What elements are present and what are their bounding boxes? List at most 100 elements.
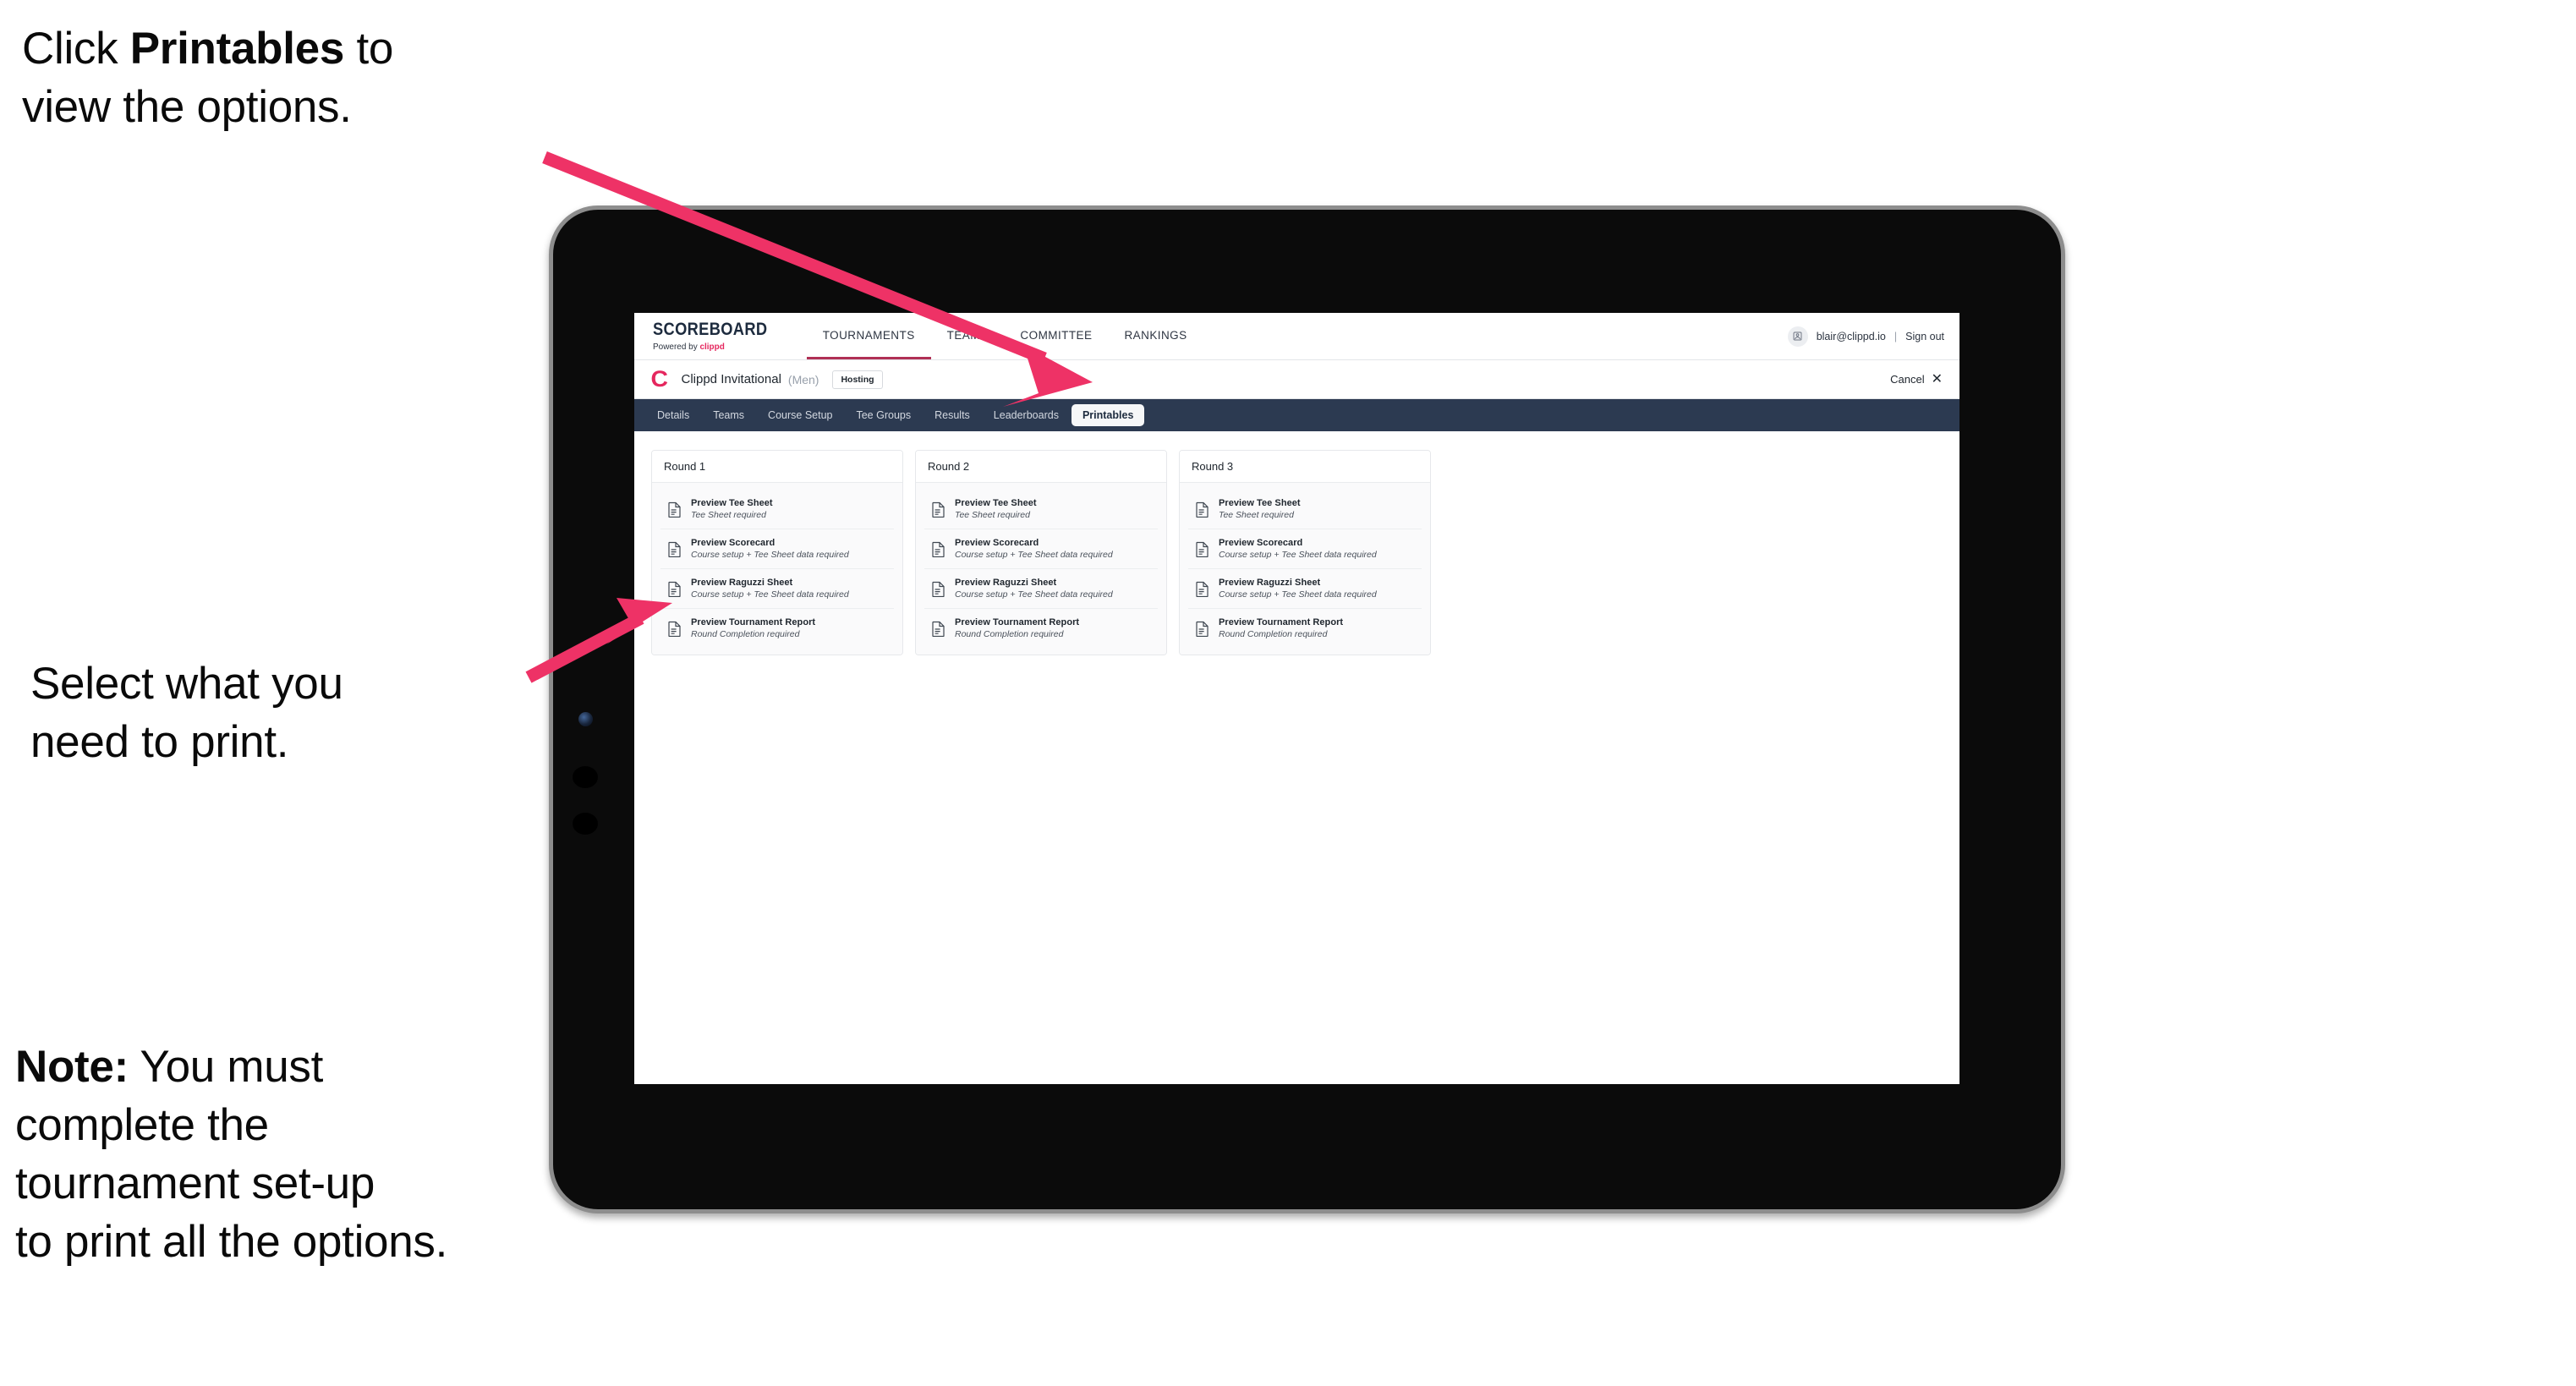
printable-item-tournament-report[interactable]: Preview Tournament Report Round Completio… [924,609,1158,648]
tab-printables[interactable]: Printables [1071,404,1145,426]
annotation-note-bold: Note: [15,1042,129,1092]
printable-requirement: Tee Sheet required [955,510,1030,520]
printable-item-raguzzi-sheet[interactable]: Preview Raguzzi Sheet Course setup + Tee … [1188,569,1422,609]
printable-title: Preview Scorecard [691,538,776,548]
printable-item-tee-sheet[interactable]: Preview Tee Sheet Tee Sheet required [660,490,894,529]
cancel-label: Cancel [1890,373,1925,386]
tournament-gender: (Men) [787,372,819,386]
close-icon: ✕ [1931,371,1943,386]
printable-requirement: Round Completion required [691,629,800,639]
primary-nav: TOURNAMENTS TEAMS COMMITTEE RANKINGS [806,313,1203,359]
round-items: Preview Tee Sheet Tee Sheet required Prev… [916,483,1166,655]
nav-item-tournaments[interactable]: TOURNAMENTS [806,313,931,359]
tab-teams[interactable]: Teams [702,404,755,426]
brand-title: SCOREBOARD [653,320,768,339]
printable-title: Preview Raguzzi Sheet [1219,578,1321,588]
printable-item-tee-sheet[interactable]: Preview Tee Sheet Tee Sheet required [924,490,1158,529]
document-icon [667,621,682,637]
brand-powered-by: Powered by clippd [653,342,778,352]
round-items: Preview Tee Sheet Tee Sheet required Prev… [652,483,902,655]
printable-item-tournament-report[interactable]: Preview Tournament Report Round Completio… [1188,609,1422,648]
printable-title: Preview Tournament Report [955,617,1080,627]
printable-title: Preview Tournament Report [691,617,816,627]
round-card-2: Round 2 Preview Tee Sheet Tee Sheet requi… [915,450,1167,655]
printable-requirement: Course setup + Tee Sheet data required [691,550,849,560]
clippd-wordmark: clippd [699,342,725,352]
app-viewport: SCOREBOARD Powered by clippd TOURNAMENTS… [634,313,1959,1084]
printable-item-raguzzi-sheet[interactable]: Preview Raguzzi Sheet Course setup + Tee … [660,569,894,609]
annotation-click-bold: Printables [129,24,345,74]
printable-requirement: Tee Sheet required [691,510,766,520]
printable-requirement: Round Completion required [955,629,1064,639]
round-title: Round 2 [916,451,1166,483]
screenshot-root: Click Printables to view the options. Se… [0,0,2576,1386]
tab-results[interactable]: Results [924,404,981,426]
document-icon [667,501,682,518]
document-icon [931,581,945,597]
nav-item-rankings[interactable]: RANKINGS [1108,313,1203,359]
nav-item-teams[interactable]: TEAMS [931,313,1005,359]
printable-title: Preview Raguzzi Sheet [691,578,793,588]
tablet-device-frame: SCOREBOARD Powered by clippd TOURNAMENTS… [549,205,2065,1213]
printable-requirement: Course setup + Tee Sheet data required [691,589,849,600]
scoreboard-logo[interactable]: SCOREBOARD Powered by clippd [634,313,807,359]
printable-title: Preview Tee Sheet [691,498,773,508]
round-title: Round 3 [1180,451,1430,483]
printable-item-tee-sheet[interactable]: Preview Tee Sheet Tee Sheet required [1188,490,1422,529]
document-icon [931,541,945,557]
printable-title: Preview Scorecard [955,538,1039,548]
round-card-1: Round 1 Preview Tee Sheet Tee Sheet requi… [651,450,903,655]
tournament-bar: C Clippd Invitational (Men) Hosting Canc… [634,360,1959,399]
account-separator: | [1894,330,1898,342]
printable-requirement: Round Completion required [1219,629,1328,639]
printable-item-raguzzi-sheet[interactable]: Preview Raguzzi Sheet Course setup + Tee … [924,569,1158,609]
document-icon [1195,621,1209,637]
user-avatar-icon[interactable] [1787,326,1808,347]
printable-title: Preview Tee Sheet [955,498,1037,508]
round-items: Preview Tee Sheet Tee Sheet required Prev… [1180,483,1430,655]
document-icon [667,581,682,597]
sign-out-link[interactable]: Sign out [1905,331,1944,342]
document-icon [1195,581,1209,597]
annotation-click-prefix: Click [22,24,130,74]
tab-details[interactable]: Details [646,404,700,426]
document-icon [1195,501,1209,518]
nav-item-committee[interactable]: COMMITTEE [1004,313,1108,359]
tab-leaderboards[interactable]: Leaderboards [983,404,1070,426]
tournament-name: Clippd Invitational [681,372,781,386]
cancel-button[interactable]: Cancel ✕ [1890,371,1943,386]
clippd-c-logo-icon: C [650,366,668,392]
annotation-select-print: Select what you need to print. [30,659,343,767]
document-icon [931,501,945,518]
printable-item-scorecard[interactable]: Preview Scorecard Course setup + Tee Shee… [1188,529,1422,569]
document-icon [1195,541,1209,557]
annotation-click-printables: Click Printables to view the options. [22,20,563,137]
app-header: SCOREBOARD Powered by clippd TOURNAMENTS… [634,313,1959,360]
printable-title: Preview Tee Sheet [1219,498,1301,508]
volume-up-button[interactable] [573,766,598,788]
printables-content: Round 1 Preview Tee Sheet Tee Sheet requi… [634,431,1959,674]
printable-requirement: Course setup + Tee Sheet data required [1219,550,1377,560]
status-badge: Hosting [832,370,883,389]
printable-title: Preview Tournament Report [1219,617,1344,627]
document-icon [931,621,945,637]
printable-title: Preview Scorecard [1219,538,1303,548]
round-card-3: Round 3 Preview Tee Sheet Tee Sheet requi… [1179,450,1431,655]
printable-requirement: Course setup + Tee Sheet data required [1219,589,1377,600]
round-title: Round 1 [652,451,902,483]
printable-item-scorecard[interactable]: Preview Scorecard Course setup + Tee Shee… [924,529,1158,569]
volume-down-button[interactable] [573,813,598,835]
tab-course-setup[interactable]: Course Setup [757,404,843,426]
printable-item-scorecard[interactable]: Preview Scorecard Course setup + Tee Shee… [660,529,894,569]
printable-title: Preview Raguzzi Sheet [955,578,1057,588]
account-email: blair@clippd.io [1816,330,1886,342]
powered-prefix: Powered by [653,342,700,352]
printable-requirement: Tee Sheet required [1219,510,1294,520]
printable-item-tournament-report[interactable]: Preview Tournament Report Round Completio… [660,609,894,648]
document-icon [667,541,682,557]
tab-tee-groups[interactable]: Tee Groups [845,404,922,426]
printable-requirement: Course setup + Tee Sheet data required [955,589,1113,600]
printable-requirement: Course setup + Tee Sheet data required [955,550,1113,560]
account-area: blair@clippd.io | Sign out [1787,313,1959,359]
front-camera-icon [578,712,593,726]
